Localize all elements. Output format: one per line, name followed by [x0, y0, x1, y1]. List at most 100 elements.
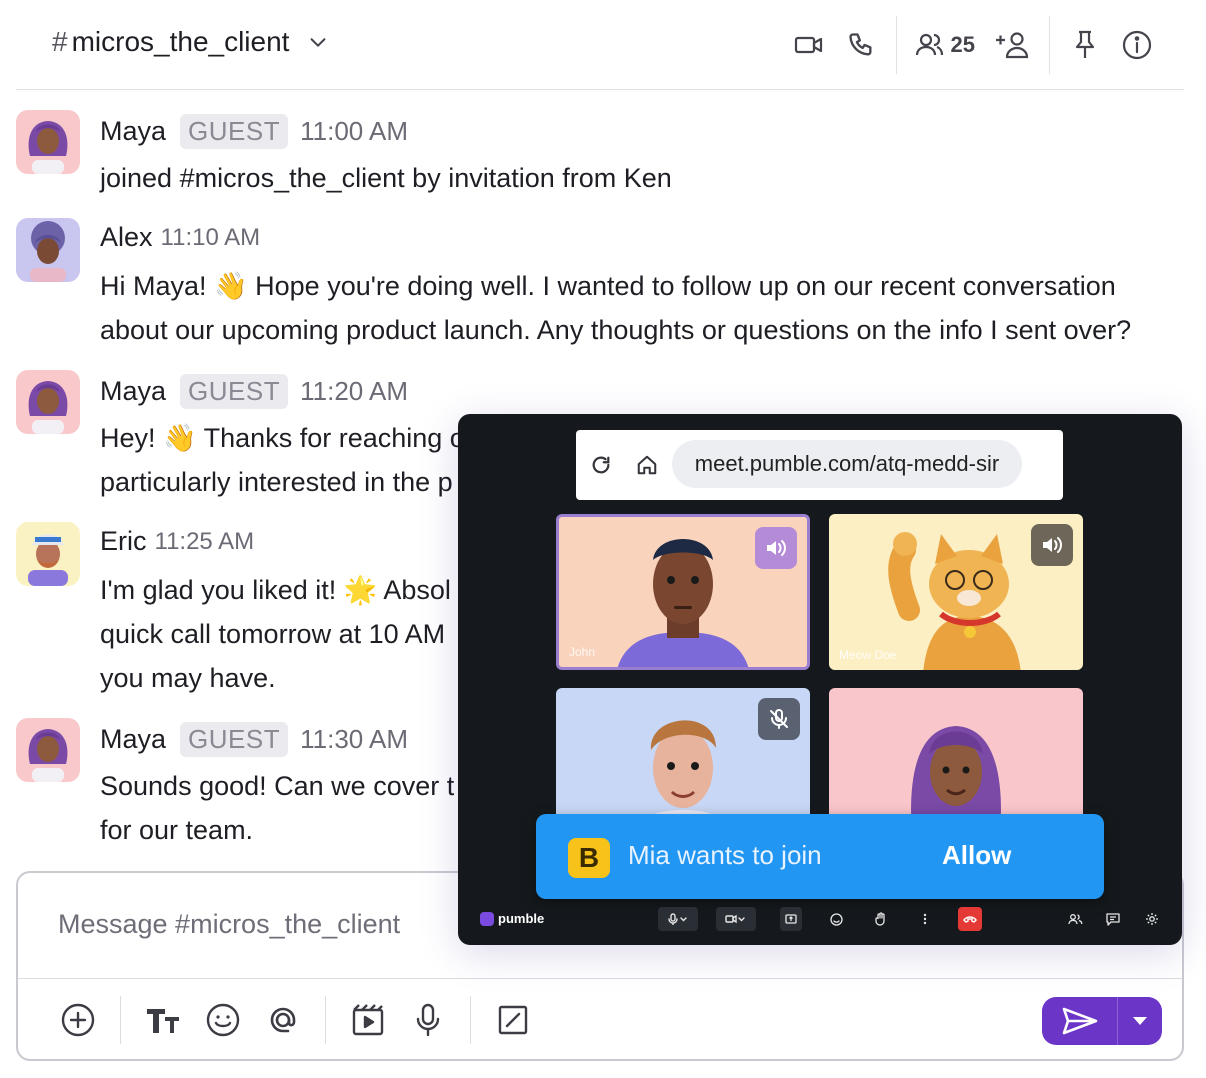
workspace-logo: B: [568, 838, 610, 878]
camera-toggle-button[interactable]: [716, 907, 756, 931]
caret-down-icon: [1133, 1017, 1147, 1025]
message-header: Maya GUEST 11:00 AM: [100, 114, 408, 149]
message-time: 11:10 AM: [160, 223, 261, 251]
avatar-maya-image: [28, 121, 68, 174]
message-time: 11:30 AM: [300, 724, 409, 754]
speaker-button[interactable]: [755, 527, 797, 569]
meeting-window[interactable]: meet.pumble.com/atq-medd-sir John Meow D…: [458, 414, 1182, 945]
message-body: I'm glad you liked it! 🌟 Absol quick cal…: [100, 568, 451, 700]
avatar-maya-image: [28, 381, 68, 434]
channel-hash: #: [52, 26, 68, 57]
chevron-down-icon: [311, 38, 326, 47]
message-line: particularly interested in the p: [100, 467, 453, 497]
message: Maya GUEST 11:00 AM joined #micros_the_c…: [16, 110, 1186, 200]
avatar[interactable]: [16, 218, 80, 282]
channel-title[interactable]: # micros_the_client: [52, 26, 329, 58]
message-author[interactable]: Eric: [100, 526, 147, 557]
pin-button[interactable]: [1068, 28, 1102, 62]
channel-name: micros_the_client: [71, 26, 290, 57]
avatar-eric-image: [28, 534, 68, 586]
reload-button[interactable]: [588, 452, 614, 478]
message-line: joined #micros_the_client by invitation …: [100, 163, 672, 193]
participants-button[interactable]: [1064, 907, 1086, 931]
plus-circle-icon: [61, 1003, 95, 1037]
voice-message-button[interactable]: [408, 1000, 448, 1040]
screen-share-button[interactable]: [780, 907, 802, 931]
message-body: Sounds good! Can we cover t for our team…: [100, 764, 454, 852]
home-icon: [637, 455, 657, 475]
message-line: for our team.: [100, 815, 254, 845]
message: Alex 11:10 AM Hi Maya! 👋 Hope you're doi…: [16, 218, 1186, 358]
reload-icon: [592, 456, 610, 474]
more-options-button[interactable]: [914, 907, 936, 931]
phone-icon: [848, 33, 872, 56]
video-call-button[interactable]: [792, 28, 826, 62]
video-camera-icon: [794, 36, 822, 54]
attach-button[interactable]: [58, 1000, 98, 1040]
message-time: 11:20 AM: [300, 376, 409, 406]
add-member-button[interactable]: [993, 28, 1031, 62]
message-author[interactable]: Alex: [100, 222, 153, 253]
video-camera-icon: [725, 914, 745, 924]
video-clip-button[interactable]: [348, 1000, 388, 1040]
microphone-muted-icon: [770, 709, 788, 729]
info-button[interactable]: [1120, 28, 1154, 62]
member-count: 25: [950, 32, 975, 57]
members-icon: [915, 33, 943, 56]
send-options-button[interactable]: [1118, 997, 1162, 1045]
mute-indicator[interactable]: [758, 698, 800, 740]
message-body: Hey! 👋 Thanks for reaching o particularl…: [100, 416, 465, 504]
guest-badge: GUEST: [180, 722, 289, 757]
chat-icon: [1106, 912, 1120, 926]
brand-name: pumble: [498, 911, 545, 926]
pumble-brand: pumble: [480, 911, 544, 926]
info-icon: [1122, 30, 1152, 60]
reactions-button[interactable]: [825, 907, 847, 931]
mic-toggle-button[interactable]: [658, 907, 698, 931]
avatar[interactable]: [16, 370, 80, 434]
message-line: quick call tomorrow at 10 AM: [100, 619, 446, 649]
toolbar-divider: [325, 996, 326, 1044]
guest-badge: GUEST: [180, 114, 289, 149]
url-field[interactable]: meet.pumble.com/atq-medd-sir: [672, 440, 1022, 488]
settings-button[interactable]: [1141, 907, 1163, 931]
speaker-icon: [767, 540, 786, 556]
chat-button[interactable]: [1102, 907, 1124, 931]
browser-url-bar: meet.pumble.com/atq-medd-sir: [576, 430, 1063, 500]
raise-hand-button[interactable]: [870, 907, 892, 931]
participant-tile[interactable]: Meow Doe: [829, 514, 1083, 670]
members-icon: [1067, 914, 1082, 925]
message-time: 11:00 AM: [300, 116, 409, 146]
message-author[interactable]: Maya: [100, 376, 166, 407]
text-format-button[interactable]: [143, 1000, 183, 1040]
message-body: joined #micros_the_client by invitation …: [100, 156, 672, 200]
participant-tile[interactable]: John: [556, 514, 810, 670]
avatar[interactable]: [16, 522, 80, 586]
mention-button[interactable]: [263, 1000, 303, 1040]
slash-command-button[interactable]: [493, 1000, 533, 1040]
send-button[interactable]: [1042, 997, 1118, 1045]
message-author[interactable]: Maya: [100, 724, 166, 755]
message-author[interactable]: Maya: [100, 116, 166, 147]
allow-button[interactable]: Allow: [938, 838, 1015, 873]
message-line: Hey! 👋 Thanks for reaching o: [100, 423, 465, 453]
emoji-icon: [206, 1003, 240, 1037]
send-icon: [1062, 1007, 1097, 1035]
audio-call-button[interactable]: [844, 28, 878, 62]
toolbar-divider: [470, 996, 471, 1044]
emoji-button[interactable]: [203, 1000, 243, 1040]
end-call-button[interactable]: [958, 907, 982, 931]
message-header: Eric 11:25 AM: [100, 526, 254, 557]
speaker-button[interactable]: [1031, 524, 1073, 566]
add-member-icon: [996, 32, 1029, 59]
avatar[interactable]: [16, 110, 80, 174]
home-button[interactable]: [634, 452, 660, 478]
message-header: Maya GUEST 11:30 AM: [100, 722, 408, 757]
hand-icon: [875, 912, 885, 926]
members-button[interactable]: 25: [915, 28, 975, 62]
send-button-group: [1042, 997, 1162, 1045]
avatar[interactable]: [16, 718, 80, 782]
composer-divider: [18, 978, 1182, 979]
join-request-banner: B Mia wants to join Allow: [536, 814, 1104, 899]
avatar-maya-image: [28, 729, 68, 782]
